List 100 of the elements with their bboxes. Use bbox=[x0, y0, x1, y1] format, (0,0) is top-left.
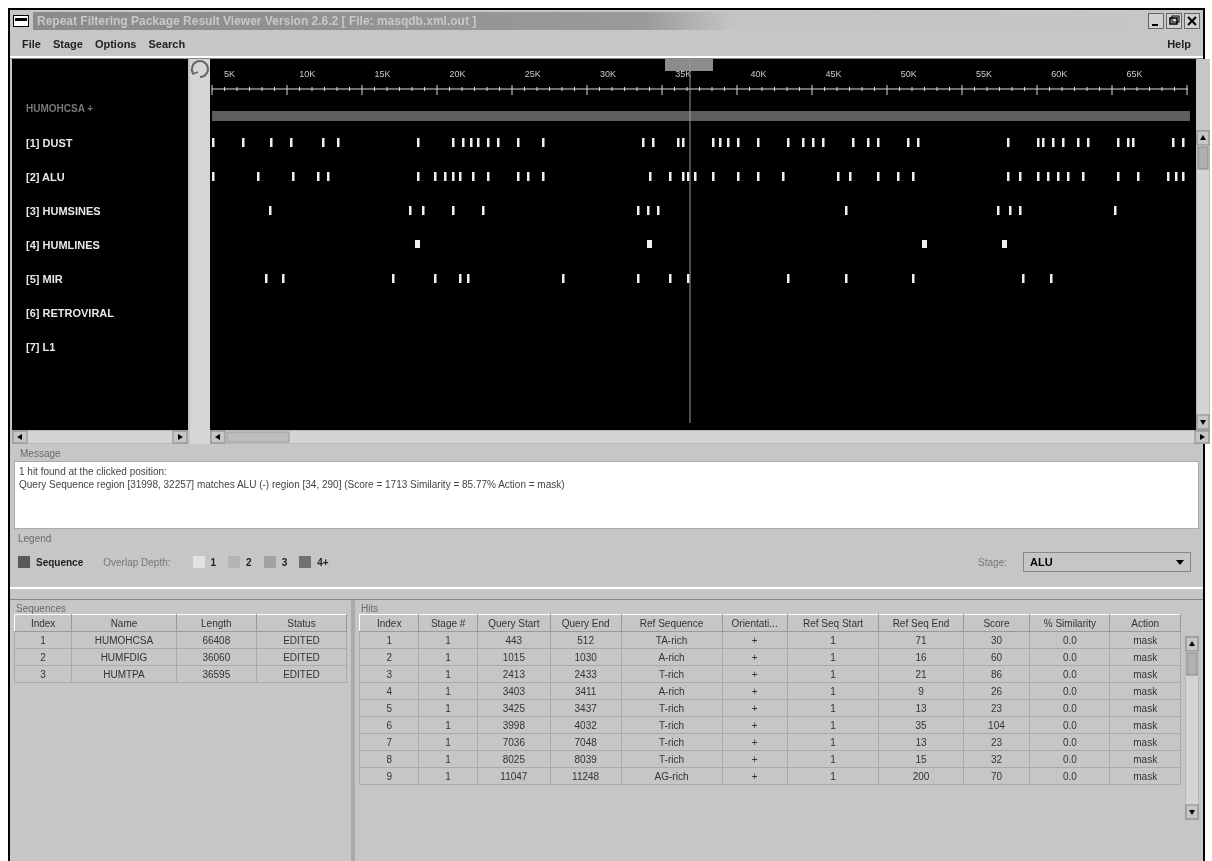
column-header[interactable]: Stage # bbox=[418, 614, 478, 632]
table-cell: + bbox=[722, 716, 788, 734]
column-header[interactable]: Score bbox=[963, 614, 1030, 632]
position-slider-thumb[interactable] bbox=[665, 59, 713, 71]
table-cell: + bbox=[722, 648, 788, 666]
table-cell: 1 bbox=[418, 699, 478, 717]
table-cell: 3998 bbox=[477, 716, 551, 734]
menu-item[interactable]: Stage bbox=[46, 36, 89, 52]
column-header[interactable]: Query Start bbox=[477, 614, 551, 632]
column-header[interactable]: Ref Seq End bbox=[878, 614, 964, 632]
table-cell: 70 bbox=[963, 767, 1030, 785]
table-cell: 21 bbox=[878, 665, 964, 683]
hit-marks-drawing[interactable] bbox=[269, 206, 1117, 215]
legend-label: Overlap Depth: bbox=[103, 556, 171, 568]
vertical-scrollbar[interactable] bbox=[1185, 636, 1199, 820]
hit-marks-drawing[interactable] bbox=[415, 240, 1007, 248]
column-header[interactable]: Index bbox=[14, 614, 72, 632]
table-cell: 7048 bbox=[550, 733, 621, 751]
table-cell: 1 bbox=[787, 665, 879, 683]
section-title: Sequences bbox=[15, 602, 68, 616]
table-cell: 0.0 bbox=[1029, 750, 1110, 768]
window-icon bbox=[13, 15, 29, 27]
table-cell: 11248 bbox=[550, 767, 621, 785]
column-header[interactable]: Ref Sequence bbox=[621, 614, 723, 632]
column-header[interactable]: Length bbox=[176, 614, 257, 632]
menu-item[interactable]: Search bbox=[142, 36, 192, 52]
track-label[interactable]: [1] DUST bbox=[26, 137, 73, 149]
ruler-tick-label: 45K bbox=[825, 69, 842, 79]
hit-marks-drawing[interactable] bbox=[265, 274, 1053, 283]
column-header[interactable]: Status bbox=[256, 614, 347, 632]
table-cell: 8039 bbox=[550, 750, 621, 768]
column-header[interactable]: % Similarity bbox=[1029, 614, 1110, 632]
table-cell: 26 bbox=[963, 682, 1030, 700]
table-cell: T-rich bbox=[621, 665, 723, 683]
table-cell: mask bbox=[1109, 733, 1181, 751]
menu-item[interactable]: Options bbox=[88, 36, 143, 52]
table-cell: T-rich bbox=[621, 733, 723, 751]
table-cell: + bbox=[722, 631, 788, 649]
table-cell: 1 bbox=[418, 733, 478, 751]
table-cell: 11047 bbox=[477, 767, 551, 785]
table-cell: 0.0 bbox=[1029, 699, 1110, 717]
legend-label: 4+ bbox=[317, 556, 329, 568]
table-cell: mask bbox=[1109, 648, 1181, 666]
table-cell: + bbox=[722, 750, 788, 768]
track-label[interactable]: [5] MIR bbox=[26, 273, 63, 285]
track-label[interactable]: [3] HUMSINES bbox=[26, 205, 101, 217]
vertical-scrollbar[interactable] bbox=[1196, 130, 1210, 430]
table-cell: 1 bbox=[418, 750, 478, 768]
table-cell: 23 bbox=[963, 733, 1030, 751]
table-cell: mask bbox=[1109, 665, 1181, 683]
table-cell: mask bbox=[1109, 716, 1181, 734]
menu-item[interactable]: Help bbox=[1161, 36, 1197, 52]
table-cell: 8 bbox=[359, 750, 419, 768]
table-cell: 0.0 bbox=[1029, 648, 1110, 666]
close-button[interactable] bbox=[1184, 13, 1200, 29]
ruler-tick-label: 40K bbox=[750, 69, 767, 79]
ruler-tick-label: 15K bbox=[374, 69, 391, 79]
legend-label: 3 bbox=[281, 556, 288, 568]
ruler-tick-label: 35K bbox=[675, 69, 692, 79]
track-label[interactable]: [7] L1 bbox=[26, 341, 56, 353]
column-header[interactable]: Index bbox=[359, 614, 419, 632]
table-cell: A-rich bbox=[621, 682, 723, 700]
table-cell: EDITED bbox=[256, 631, 347, 649]
column-header[interactable]: Ref Seq Start bbox=[787, 614, 879, 632]
table-cell: 8025 bbox=[477, 750, 551, 768]
table-cell: 32 bbox=[963, 750, 1030, 768]
minimize-button[interactable] bbox=[1148, 13, 1164, 29]
column-header[interactable]: Action bbox=[1109, 614, 1181, 632]
table-cell: 3437 bbox=[550, 699, 621, 717]
stage-dropdown[interactable]: ALU bbox=[1023, 552, 1191, 572]
column-header[interactable]: Query End bbox=[550, 614, 621, 632]
table-cell: + bbox=[722, 767, 788, 785]
menu-item[interactable]: File bbox=[16, 36, 47, 52]
table-cell: HUMFDIG bbox=[71, 648, 177, 666]
table-cell: 1 bbox=[787, 682, 879, 700]
ruler-tick-label: 25K bbox=[524, 69, 541, 79]
table-cell: 3425 bbox=[477, 699, 551, 717]
table-cell: + bbox=[722, 665, 788, 683]
track-label[interactable]: [2] ALU bbox=[26, 171, 65, 183]
column-header[interactable]: Name bbox=[71, 614, 177, 632]
table-cell: 2413 bbox=[477, 665, 551, 683]
table-cell: 104 bbox=[963, 716, 1030, 734]
table-cell: 6 bbox=[359, 716, 419, 734]
table-cell: 0.0 bbox=[1029, 767, 1110, 785]
horizontal-scrollbar[interactable] bbox=[12, 430, 188, 444]
table-cell: 5 bbox=[359, 699, 419, 717]
hit-marks-drawing[interactable] bbox=[212, 138, 1185, 147]
track-label[interactable]: [4] HUMLINES bbox=[26, 239, 100, 251]
table-cell: 3 bbox=[14, 665, 72, 683]
table-cell: EDITED bbox=[256, 665, 347, 683]
table-cell: 4 bbox=[359, 682, 419, 700]
table-cell: 4032 bbox=[550, 716, 621, 734]
hit-marks-drawing[interactable] bbox=[212, 172, 1185, 181]
table-cell: 36060 bbox=[176, 648, 257, 666]
track-label[interactable]: [6] RETROVIRAL bbox=[26, 307, 114, 319]
zoom-knob-icon[interactable] bbox=[190, 59, 210, 81]
maximize-button[interactable] bbox=[1166, 13, 1182, 29]
table-cell: 1015 bbox=[477, 648, 551, 666]
column-header[interactable]: Orientati... bbox=[722, 614, 788, 632]
table-cell: 66408 bbox=[176, 631, 257, 649]
